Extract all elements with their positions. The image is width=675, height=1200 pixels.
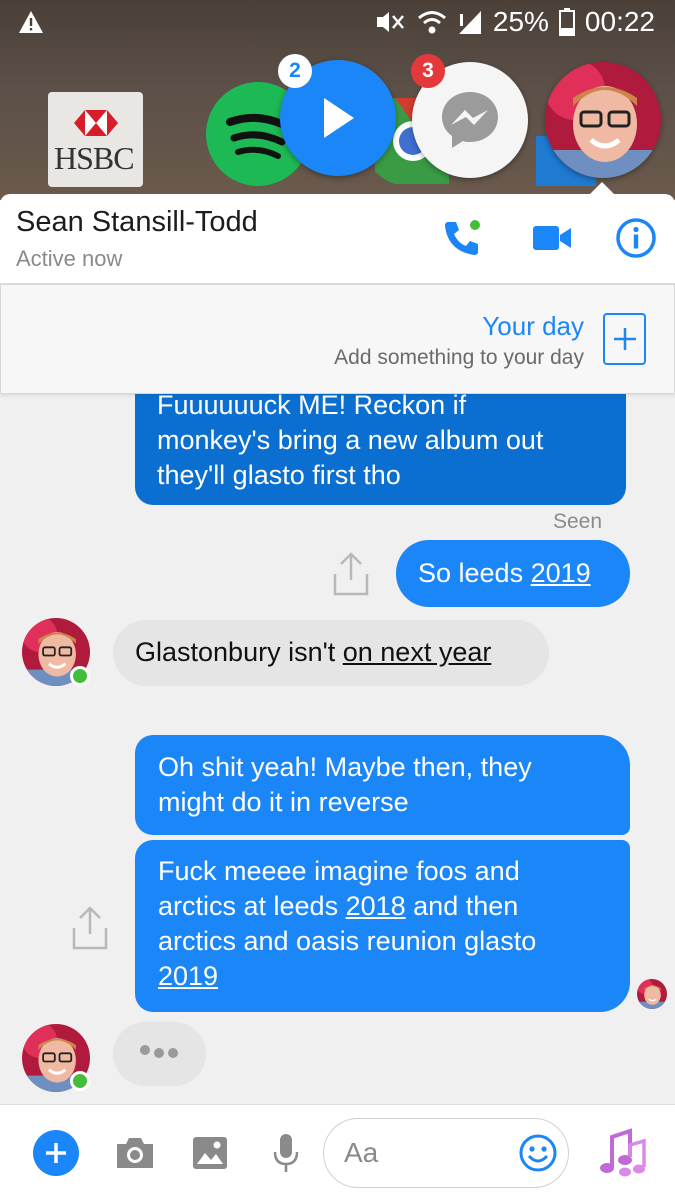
- music-icon: [600, 1128, 646, 1177]
- clock: 00:22: [584, 6, 655, 37]
- message-text: So leeds: [418, 558, 531, 588]
- message-bubble-outgoing[interactable]: Oh shit yeah! Maybe then, they might do …: [135, 735, 630, 835]
- signal-icon: [457, 9, 483, 35]
- phone-icon: [445, 220, 480, 255]
- chat-head-badge: 2: [278, 54, 312, 88]
- info-icon: [616, 218, 656, 258]
- status-bar: 25% 00:22: [0, 0, 675, 48]
- chat-head-badge: 3: [411, 54, 445, 88]
- message-line: arctics and oasis reunion glasto: [158, 926, 537, 956]
- message-line: might do it in reverse: [158, 787, 409, 817]
- contact-status: Active now: [16, 246, 123, 271]
- date-link[interactable]: 2019: [531, 558, 591, 588]
- message-input-container: [323, 1118, 569, 1188]
- message-line: Fuuuuuuck ME! Reckon if: [157, 394, 467, 420]
- message-line: they'll glasto first tho: [157, 460, 401, 490]
- plus-icon: [46, 1143, 66, 1163]
- contact-chat-head[interactable]: [545, 62, 661, 178]
- typing-indicator: [113, 1022, 206, 1086]
- message-bubble-outgoing[interactable]: Fuuuuuuck ME! Reckon if monkey's bring a…: [135, 394, 626, 505]
- message-line: Oh shit yeah! Maybe then, they: [158, 752, 532, 782]
- your-day-subtitle: Add something to your day: [334, 346, 584, 369]
- share-icon: [72, 906, 108, 950]
- video-call-button[interactable]: [530, 216, 574, 260]
- message-input[interactable]: [344, 1133, 514, 1173]
- seen-indicator: Seen: [553, 510, 603, 533]
- plus-icon: [613, 328, 636, 350]
- add-to-day-button[interactable]: [603, 313, 646, 365]
- voice-call-button[interactable]: [440, 216, 484, 260]
- read-receipt-avatar: [637, 979, 667, 1009]
- avatar: [637, 979, 667, 1009]
- chat-head-pointer: [590, 182, 614, 194]
- contact-name: Sean Stansill-Todd: [16, 206, 258, 238]
- share-button[interactable]: [333, 552, 369, 601]
- your-day-title: Your day: [482, 311, 584, 341]
- battery-percent: 25%: [492, 6, 549, 37]
- info-button[interactable]: [614, 216, 658, 260]
- message-line: monkey's bring a new album out: [157, 425, 544, 455]
- avatar: [545, 62, 661, 178]
- message-bubble-outgoing[interactable]: Fuck meeee imagine foos and arctics at l…: [135, 840, 630, 1012]
- music-button[interactable]: [596, 1125, 650, 1181]
- conversation-header: Sean Stansill-Todd Active now: [0, 194, 675, 284]
- camera-icon: [117, 1138, 153, 1168]
- message-bubble-outgoing[interactable]: So leeds 2019: [396, 540, 630, 607]
- emoji-icon: [519, 1134, 557, 1172]
- hsbc-app-icon[interactable]: HSBC: [48, 92, 143, 187]
- message-text: and then: [405, 891, 519, 921]
- composer-bar: [0, 1104, 675, 1200]
- online-indicator: [70, 1071, 90, 1091]
- date-link[interactable]: 2019: [158, 961, 218, 991]
- hsbc-label: HSBC: [54, 140, 135, 176]
- share-button[interactable]: [72, 906, 108, 955]
- mute-icon: [375, 9, 407, 35]
- date-link[interactable]: 2018: [346, 891, 406, 921]
- your-day-banner[interactable]: Your day Add something to your day: [0, 284, 675, 394]
- emoji-button[interactable]: [516, 1131, 560, 1175]
- message-line: Fuck meeee imagine foos and: [158, 856, 520, 886]
- wifi-icon: [417, 9, 447, 35]
- video-icon: [533, 226, 571, 250]
- voice-message-button[interactable]: [263, 1129, 309, 1177]
- message-list[interactable]: Fuuuuuuck ME! Reckon if monkey's bring a…: [0, 394, 675, 1104]
- play-icon: [324, 98, 354, 138]
- warning-icon: [18, 10, 44, 39]
- messenger-icon: [442, 92, 498, 148]
- message-bubble-incoming[interactable]: Glastonbury isn't on next year: [113, 620, 549, 686]
- share-icon: [333, 552, 369, 596]
- camera-button[interactable]: [112, 1131, 158, 1175]
- online-indicator: [70, 666, 90, 686]
- typing-dots-icon: [140, 1045, 178, 1058]
- more-actions-button[interactable]: [33, 1130, 79, 1176]
- message-text: arctics at leeds: [158, 891, 346, 921]
- gallery-button[interactable]: [187, 1131, 233, 1175]
- message-text: Glastonbury isn't: [135, 637, 343, 667]
- image-icon: [193, 1137, 227, 1169]
- battery-icon: [558, 8, 575, 36]
- date-link[interactable]: on next year: [343, 637, 492, 667]
- microphone-icon: [273, 1134, 299, 1172]
